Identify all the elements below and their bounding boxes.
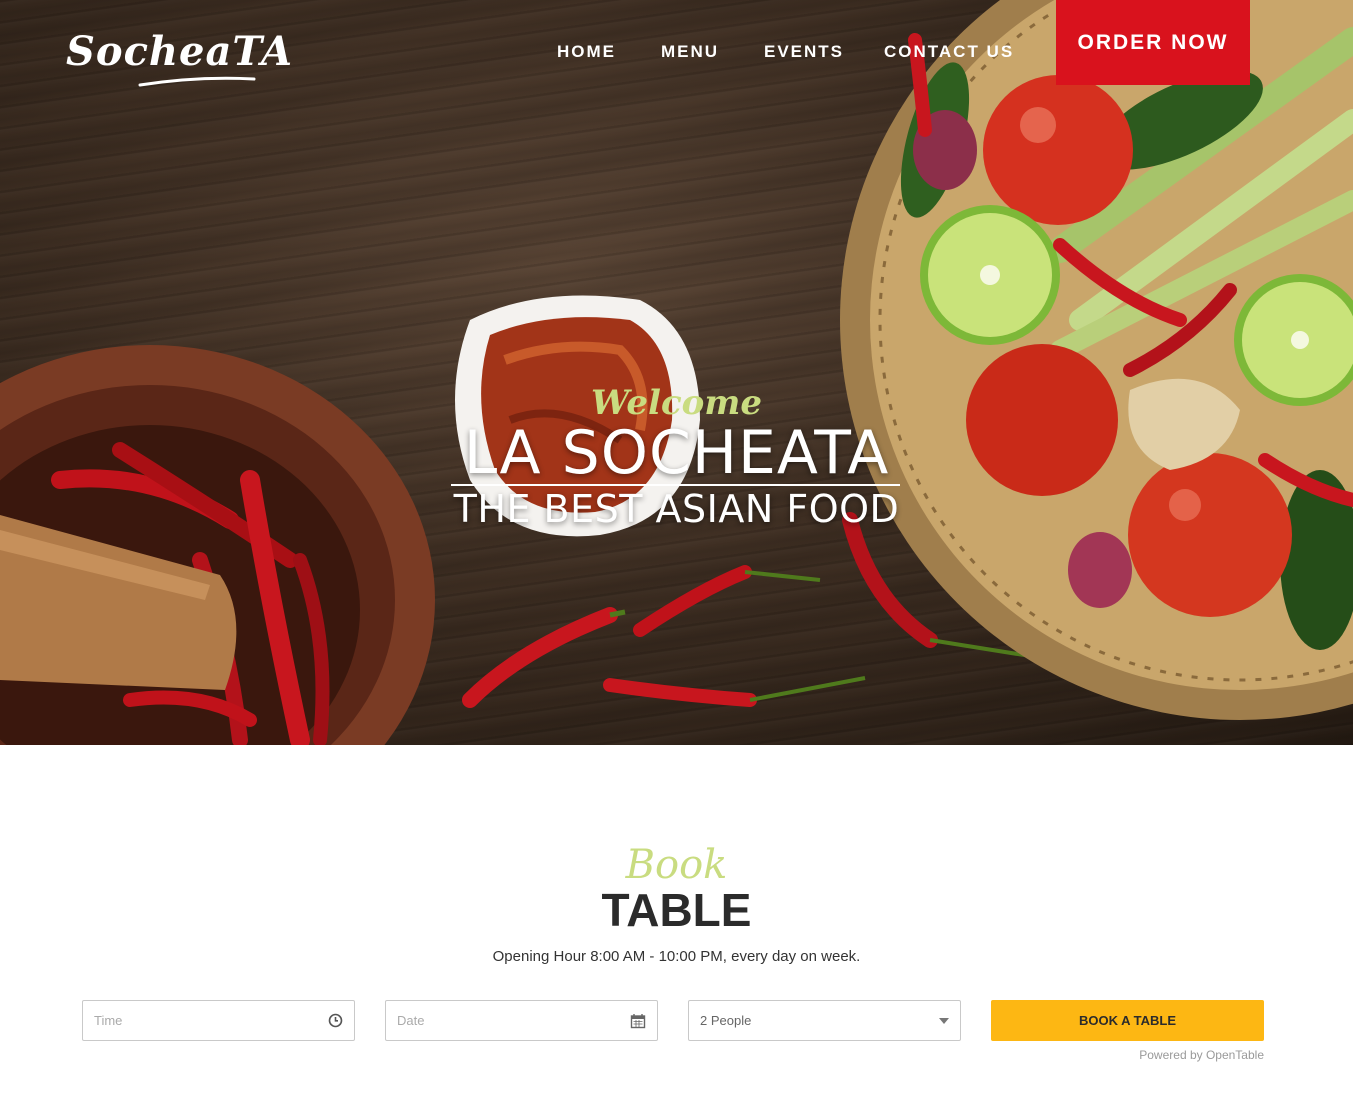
book-table-button[interactable]: BOOK A TABLE: [991, 1000, 1264, 1041]
hero-food-photo: [0, 0, 1353, 745]
hero-divider: [451, 484, 900, 486]
hero-title: LA SOCHEATA: [463, 418, 890, 488]
hero-welcome: Welcome: [591, 383, 762, 423]
booking-title: TABLE: [601, 884, 752, 936]
chevron-down-icon[interactable]: [939, 1017, 949, 1024]
logo-swash: [138, 76, 256, 87]
hero-subtitle: THE BEST ASIAN FOOD: [453, 487, 900, 531]
nav-contact-us[interactable]: CONTACT US: [884, 42, 1014, 62]
date-placeholder: Date: [397, 1013, 425, 1028]
time-field[interactable]: Time: [82, 1000, 355, 1041]
clock-icon[interactable]: [328, 1013, 343, 1028]
hero-section: SocheaTA HOME MENU EVENTS CONTACT US ORD…: [0, 0, 1353, 745]
order-now-button[interactable]: ORDER NOW: [1056, 0, 1250, 85]
calendar-icon[interactable]: [630, 1013, 646, 1029]
time-placeholder: Time: [94, 1013, 123, 1028]
nav-home[interactable]: HOME: [557, 42, 616, 62]
date-field[interactable]: Date: [385, 1000, 658, 1041]
people-select[interactable]: 2 People: [688, 1000, 961, 1041]
opening-hours: Opening Hour 8:00 AM - 10:00 PM, every d…: [492, 948, 861, 965]
people-value: 2 People: [700, 1013, 752, 1028]
powered-by-opentable[interactable]: Powered by OpenTable: [991, 1048, 1264, 1062]
nav-menu[interactable]: MENU: [661, 42, 719, 62]
booking-script-title: Book: [625, 842, 728, 888]
nav-events[interactable]: EVENTS: [764, 42, 844, 62]
